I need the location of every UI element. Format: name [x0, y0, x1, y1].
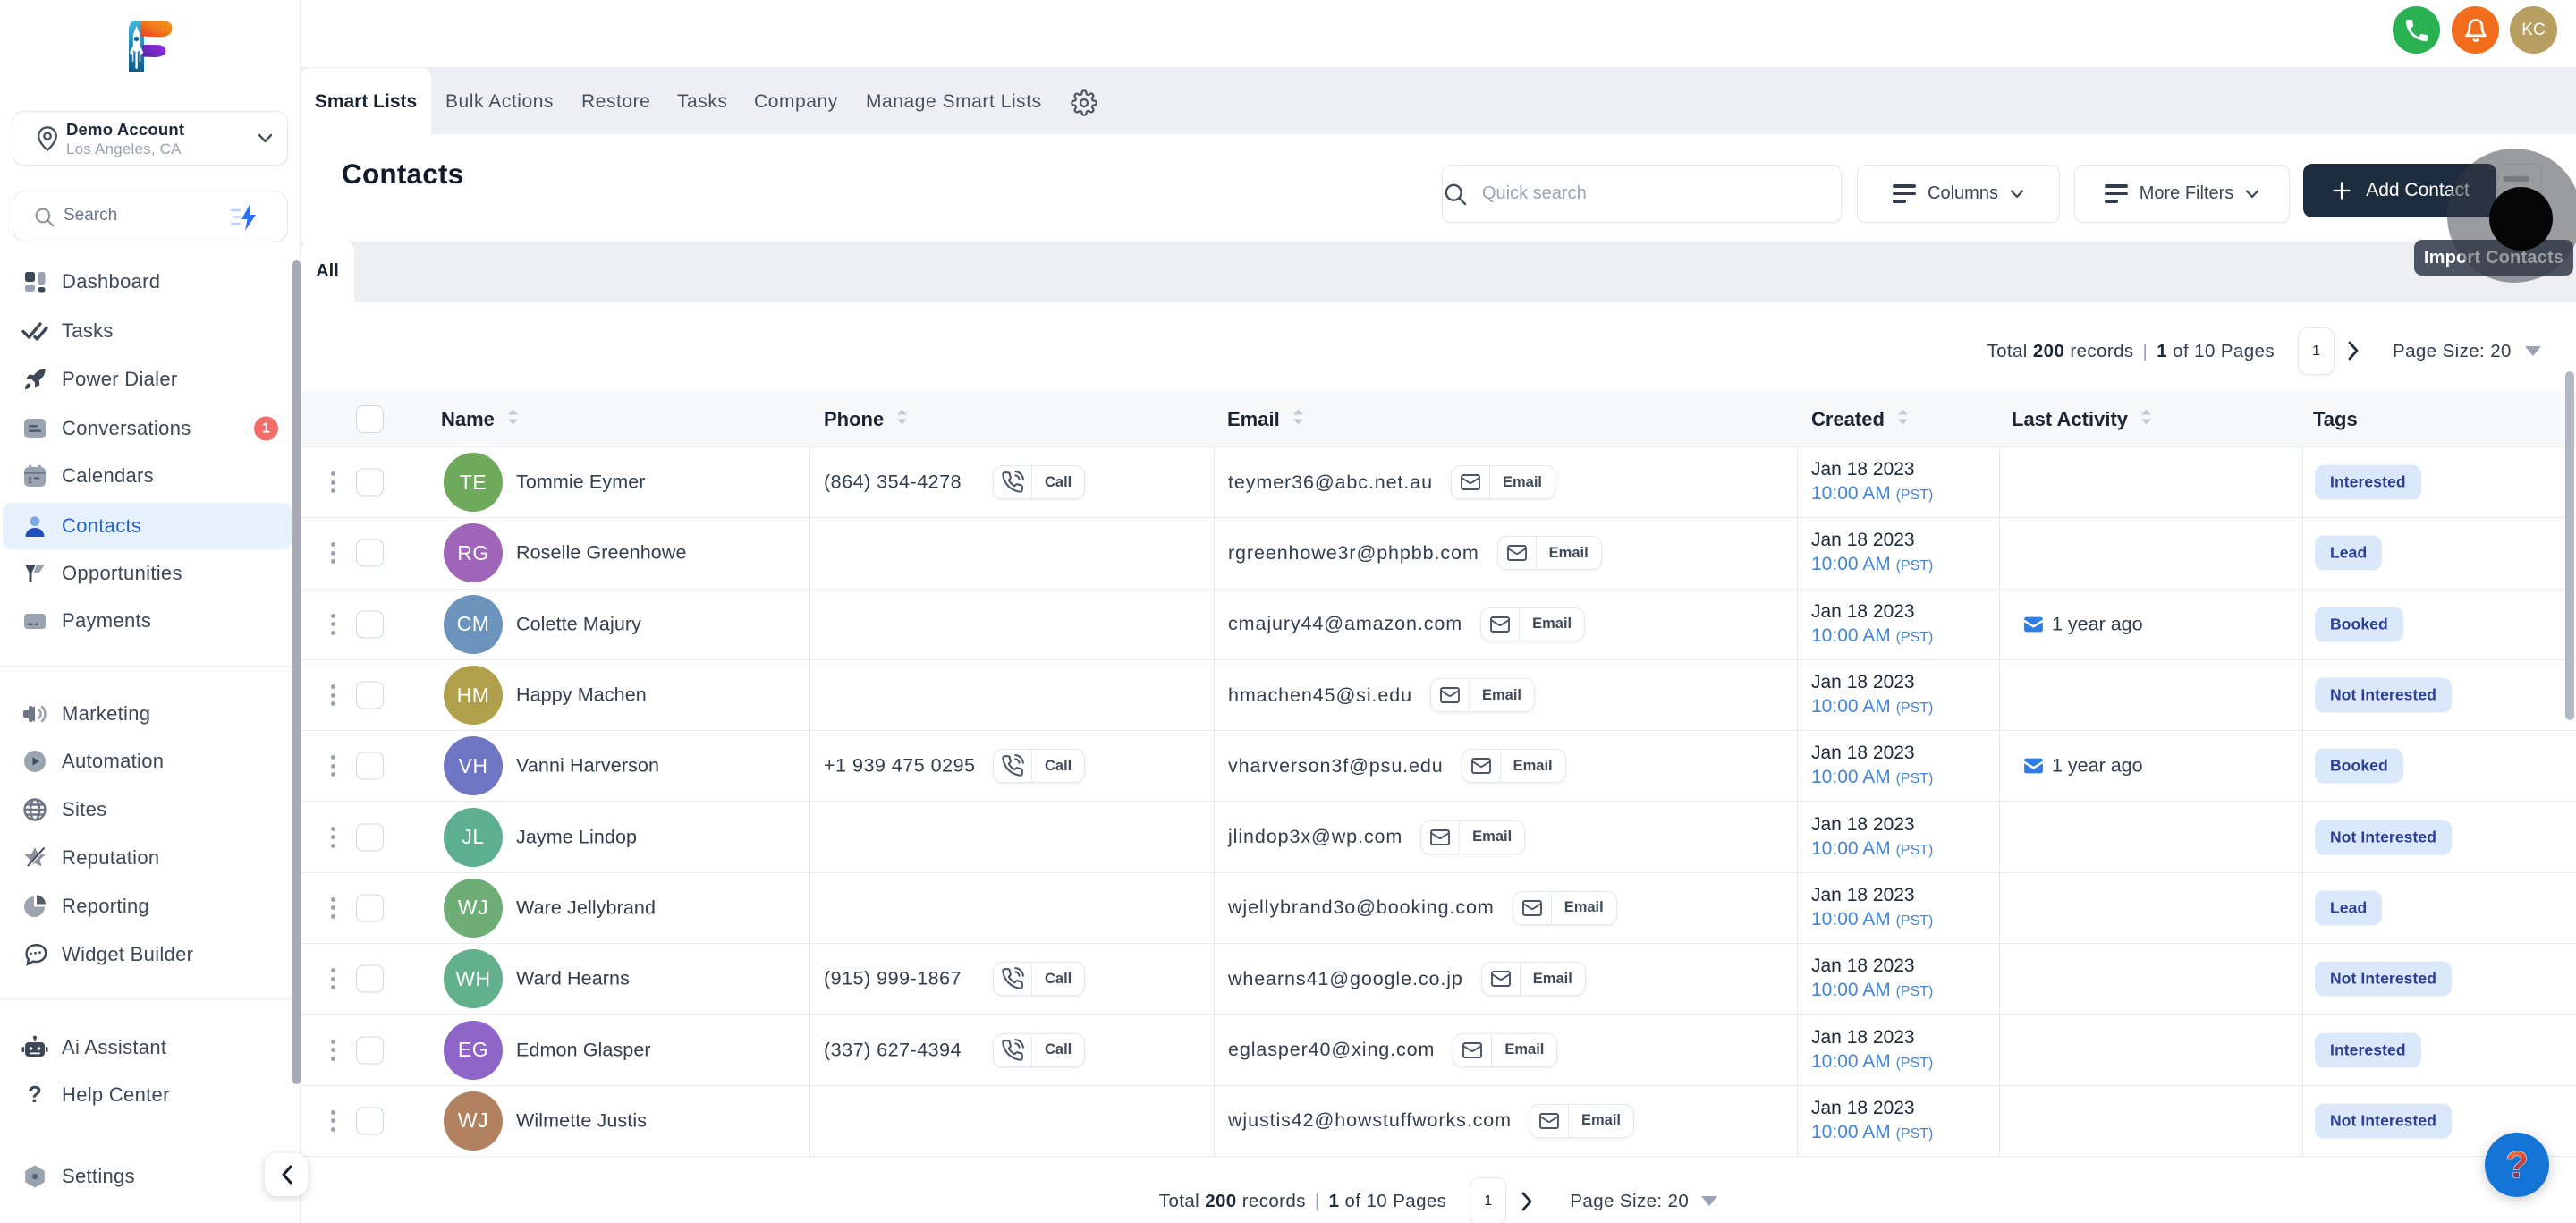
svg-text:?: ?	[2505, 1143, 2529, 1185]
svg-text:?: ?	[28, 1083, 42, 1108]
